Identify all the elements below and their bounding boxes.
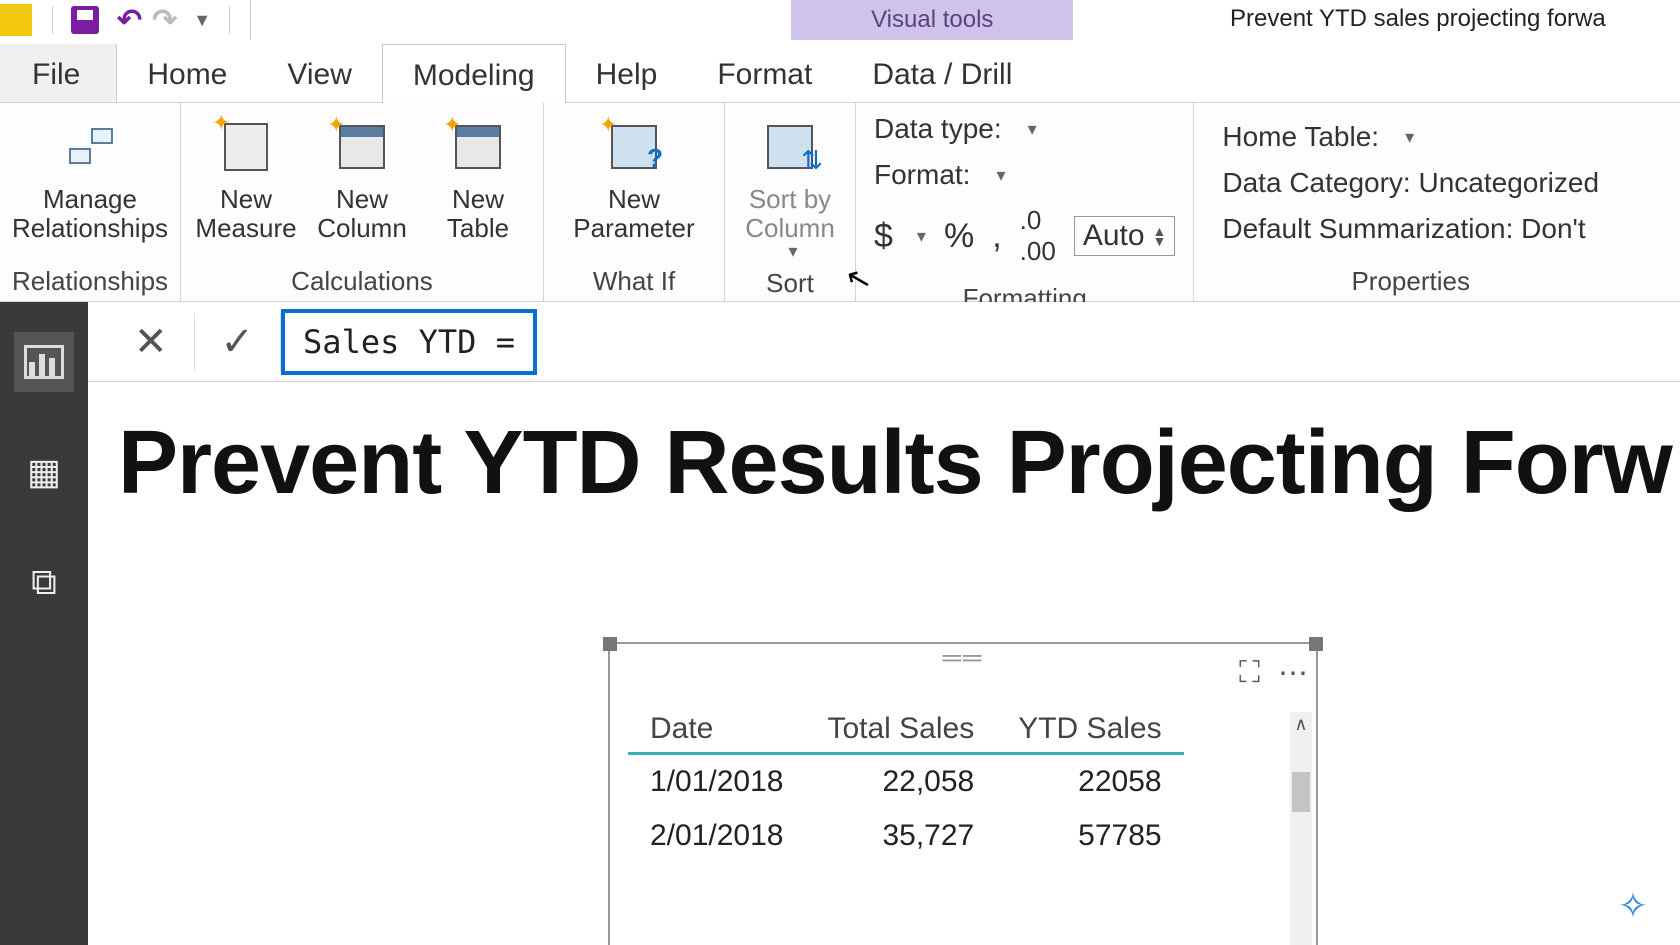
- grid-icon: ▦: [27, 451, 61, 493]
- ribbon-group-sort: ⇅ Sort by Column ▾ Sort: [725, 103, 856, 301]
- new-column-button[interactable]: ✦ New Column: [307, 111, 417, 260]
- ribbon-group-relationships: Manage Relationships Relationships: [0, 103, 181, 301]
- table-icon: ✦: [455, 117, 501, 177]
- home-table-label: Home Table:: [1222, 121, 1379, 153]
- measure-icon: ✦: [224, 117, 268, 177]
- ribbon-group-whatif: ✦? New Parameter What If: [544, 103, 725, 301]
- parameter-icon: ✦?: [611, 117, 657, 177]
- thousands-button[interactable]: ,: [992, 217, 1001, 256]
- model-icon: ⧉: [31, 561, 57, 604]
- cell-total: 22,058: [805, 754, 996, 810]
- cell-ytd: 22058: [996, 754, 1183, 810]
- home-table-dropdown[interactable]: ▾: [1405, 127, 1414, 148]
- decimal-button[interactable]: .0.00: [1020, 205, 1056, 267]
- ribbon-group-calculations: ✦ New Measure ✦ New Column ✦ New Table C…: [181, 103, 544, 301]
- report-icon: [24, 345, 64, 379]
- more-options-icon[interactable]: ⋯: [1278, 656, 1308, 691]
- formula-input[interactable]: Sales YTD =: [281, 309, 537, 375]
- divider: [52, 6, 53, 34]
- resize-handle[interactable]: [603, 637, 617, 651]
- file-title: Prevent YTD sales projecting forwa: [1230, 5, 1606, 33]
- group-label: Relationships: [12, 260, 168, 297]
- group-label: Sort: [766, 262, 814, 299]
- label: Sort by Column: [745, 185, 835, 242]
- app-icon: [0, 4, 32, 36]
- commit-formula-button[interactable]: ✓: [195, 313, 282, 371]
- view-sidebar: ▦ ⧉: [0, 302, 88, 945]
- new-parameter-button[interactable]: ✦? New Parameter: [554, 111, 714, 260]
- tab-home[interactable]: Home: [117, 44, 257, 102]
- scroll-thumb[interactable]: [1292, 772, 1310, 812]
- table-visual[interactable]: ══ ⛶ ⋯ ∧ Date Total Sales Y: [608, 642, 1318, 945]
- data-view-button[interactable]: ▦: [14, 442, 74, 502]
- new-measure-button[interactable]: ✦ New Measure: [191, 111, 301, 260]
- report-title-text: Prevent YTD Results Projecting Forw: [118, 412, 1680, 515]
- resize-handle[interactable]: [1309, 637, 1323, 651]
- quick-access-toolbar: ↶ ↷ ▼: [32, 0, 251, 40]
- formula-bar: ✕ ✓ Sales YTD =: [88, 302, 1680, 382]
- col-header-date[interactable]: Date: [628, 706, 805, 754]
- table-row[interactable]: 2/01/2018 35,727 57785: [628, 809, 1184, 863]
- focus-mode-icon[interactable]: ⛶: [1239, 656, 1260, 691]
- chevron-down-icon: ▾: [788, 242, 797, 262]
- redo-button[interactable]: ↷: [152, 3, 177, 38]
- scrollbar[interactable]: ∧: [1290, 712, 1312, 945]
- data-category-label: Data Category: Uncategorized: [1222, 167, 1599, 199]
- label: Manage Relationships: [12, 185, 168, 242]
- label: New Column: [317, 185, 407, 242]
- ribbon-tabs: File Home View Modeling Help Format Data…: [0, 40, 1680, 102]
- tab-format[interactable]: Format: [687, 44, 842, 102]
- format-dropdown[interactable]: ▾: [996, 165, 1005, 186]
- currency-button[interactable]: $: [874, 217, 893, 256]
- col-header-total[interactable]: Total Sales: [805, 706, 996, 754]
- table-content: Date Total Sales YTD Sales 1/01/2018 22,…: [610, 644, 1316, 863]
- percent-button[interactable]: %: [944, 217, 974, 256]
- report-canvas[interactable]: Prevent YTD Results Projecting Forw ══ ⛶…: [88, 382, 1680, 945]
- qat-dropdown[interactable]: ▼: [193, 10, 211, 31]
- currency-dropdown[interactable]: ▾: [917, 226, 926, 247]
- new-table-button[interactable]: ✦ New Table: [423, 111, 533, 260]
- tab-modeling[interactable]: Modeling: [382, 44, 566, 103]
- sort-by-column-button[interactable]: ⇅ Sort by Column ▾: [735, 111, 845, 262]
- undo-button[interactable]: ↶: [117, 3, 142, 38]
- tab-file[interactable]: File: [0, 44, 117, 102]
- format-label: Format:: [874, 159, 970, 191]
- manage-relationships-button[interactable]: Manage Relationships: [10, 111, 170, 260]
- table-row[interactable]: 1/01/2018 22,058 22058: [628, 754, 1184, 810]
- group-label: Calculations: [291, 260, 433, 297]
- default-summarization-label: Default Summarization: Don't: [1222, 213, 1585, 245]
- ribbon-group-formatting: Data type: ▾ Format: ▾ $ ▾ % , .0.00 Aut…: [856, 103, 1194, 301]
- ribbon-group-properties: Home Table: ▾ Data Category: Uncategoriz…: [1194, 103, 1627, 301]
- decimal-places-stepper[interactable]: Auto ▲▼: [1074, 216, 1176, 256]
- label: New Table: [447, 185, 509, 242]
- data-type-label: Data type:: [874, 113, 1002, 145]
- sort-icon: ⇅: [767, 117, 813, 177]
- relationships-icon: [65, 117, 115, 177]
- tab-help[interactable]: Help: [566, 44, 688, 102]
- label: New Measure: [195, 185, 296, 242]
- ribbon: Manage Relationships Relationships ✦ New…: [0, 102, 1680, 302]
- subscribe-badge-icon: ✧: [1618, 885, 1648, 927]
- visual-tools-contextual-tab: Visual tools: [791, 0, 1073, 40]
- column-icon: ✦: [339, 117, 385, 177]
- group-label: Properties: [1351, 260, 1470, 297]
- cell-date: 1/01/2018: [628, 754, 805, 810]
- col-header-ytd[interactable]: YTD Sales: [996, 706, 1183, 754]
- auto-value: Auto: [1083, 219, 1145, 253]
- tab-data-drill[interactable]: Data / Drill: [842, 44, 1042, 102]
- data-type-dropdown[interactable]: ▾: [1028, 119, 1037, 140]
- cell-date: 2/01/2018: [628, 809, 805, 863]
- report-view-button[interactable]: [14, 332, 74, 392]
- save-button[interactable]: [71, 6, 99, 34]
- drag-handle-icon[interactable]: ══: [943, 642, 984, 673]
- group-label: What If: [593, 260, 675, 297]
- divider: [229, 6, 230, 34]
- cancel-formula-button[interactable]: ✕: [108, 313, 195, 371]
- model-view-button[interactable]: ⧉: [14, 552, 74, 612]
- tab-view[interactable]: View: [257, 44, 381, 102]
- scroll-up-icon[interactable]: ∧: [1290, 714, 1312, 735]
- cell-total: 35,727: [805, 809, 996, 863]
- label: New Parameter: [573, 185, 694, 242]
- cell-ytd: 57785: [996, 809, 1183, 863]
